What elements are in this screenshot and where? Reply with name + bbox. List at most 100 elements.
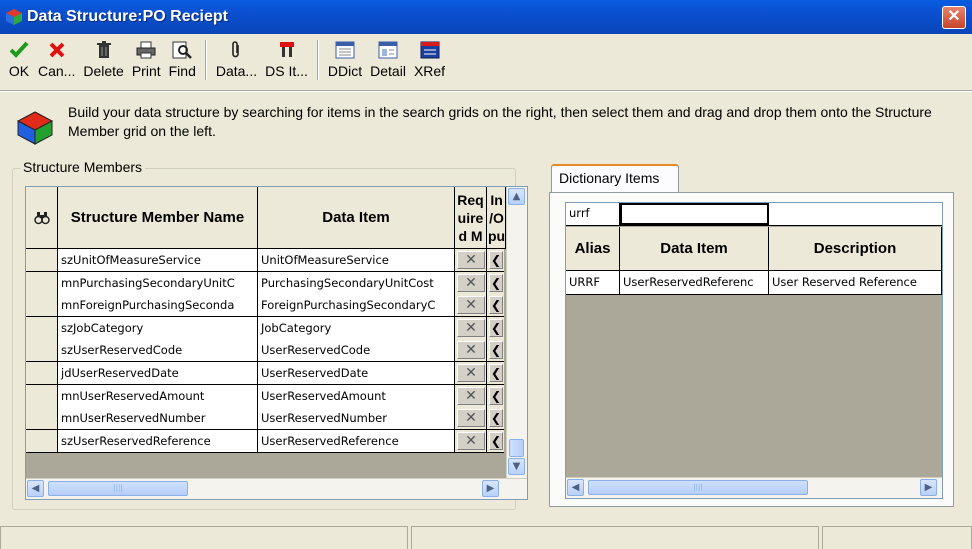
table-row[interactable]: szUserReservedReference UserReservedRefer… (26, 429, 504, 453)
member-name-cell[interactable]: mnUserReservedAmount (58, 384, 258, 408)
description-query-input[interactable] (769, 203, 942, 225)
table-row[interactable]: szUserReservedCode UserReservedCode ✕ ❮ (26, 339, 504, 363)
dict-scroll-left-button[interactable]: ◀ (567, 479, 584, 496)
data-item-cell[interactable]: UserReservedDate (258, 362, 455, 385)
required-toggle-button[interactable]: ✕ (457, 251, 485, 269)
required-toggle-button[interactable]: ✕ (457, 318, 485, 337)
close-button[interactable]: ✕ (942, 6, 966, 29)
scroll-down-button[interactable]: ▼ (508, 458, 525, 475)
required-toggle-button[interactable]: ✕ (457, 409, 485, 428)
io-toggle-button[interactable]: ❮ (489, 273, 503, 292)
alias-header[interactable]: Alias (566, 227, 620, 271)
xref-label: XRef (413, 63, 446, 79)
dict-data-item-header[interactable]: Data Item (620, 227, 769, 271)
vertical-scroll-thumb[interactable] (509, 439, 524, 457)
scroll-right-button[interactable]: ▶ (482, 480, 499, 497)
member-name-cell[interactable]: szJobCategory (58, 316, 258, 340)
member-name-cell[interactable]: szUserReservedCode (58, 339, 258, 363)
data-item-cell[interactable]: UserReservedCode (258, 339, 455, 363)
dict-scroll-right-button[interactable]: ▶ (920, 479, 937, 496)
row-selector[interactable] (26, 339, 58, 363)
member-name-cell[interactable]: szUserReservedReference (58, 429, 258, 453)
data-item-cell[interactable]: PurchasingSecondaryUnitCost (258, 271, 455, 295)
io-toggle-button[interactable]: ❮ (489, 251, 503, 269)
table-row[interactable]: szJobCategory JobCategory ✕ ❮ (26, 316, 504, 340)
dict-row-data-item[interactable]: UserReservedReferenc (620, 271, 769, 295)
toolbar: OK Can... Delete Print Find Data... DS I… (0, 36, 972, 86)
table-row[interactable]: mnUserReservedAmount UserReservedAmount ✕ ❮ (26, 384, 504, 408)
member-name-cell[interactable]: mnPurchasingSecondaryUnitC (58, 271, 258, 295)
data-item-cell[interactable]: JobCategory (258, 316, 455, 340)
dict-horizontal-scroll-thumb[interactable]: |||| (588, 480, 808, 495)
horizontal-scroll-thumb[interactable]: |||| (48, 481, 188, 496)
required-toggle-button[interactable]: ✕ (457, 386, 485, 405)
data-item-cell[interactable]: UserReservedNumber (258, 407, 455, 431)
required-cell: ✕ (455, 429, 487, 453)
dictionary-items-grid[interactable]: urrf Alias Data Item Description URRF Us… (565, 202, 943, 499)
io-toggle-button[interactable]: ❮ (489, 431, 503, 450)
dict-horizontal-scrollbar[interactable]: ◀ |||| ▶ (566, 477, 942, 498)
row-selector[interactable] (26, 249, 58, 272)
xref-button[interactable]: XRef (410, 36, 449, 82)
row-selector[interactable] (26, 294, 58, 318)
row-selector[interactable] (26, 407, 58, 431)
ok-button[interactable]: OK (4, 36, 34, 82)
io-toggle-button[interactable]: ❮ (489, 296, 503, 315)
table-row[interactable]: szUnitOfMeasureService UnitOfMeasureServi… (26, 249, 504, 272)
data-button[interactable]: Data... (212, 36, 261, 82)
table-row[interactable]: mnUserReservedNumber UserReservedNumber ✕ ❮ (26, 407, 504, 431)
member-name-cell[interactable]: mnUserReservedNumber (58, 407, 258, 431)
vertical-scrollbar[interactable]: ▲ ▼ (506, 187, 527, 478)
print-button[interactable]: Print (128, 36, 165, 82)
dict-row-alias[interactable]: URRF (566, 271, 620, 295)
member-name-cell[interactable]: mnForeignPurchasingSeconda (58, 294, 258, 318)
required-toggle-button[interactable]: ✕ (457, 431, 485, 450)
data-item-cell[interactable]: UnitOfMeasureService (258, 249, 455, 272)
io-toggle-button[interactable]: ❮ (489, 364, 503, 382)
io-toggle-button[interactable]: ❮ (489, 386, 503, 405)
table-row[interactable]: jdUserReservedDate UserReservedDate ✕ ❮ (26, 362, 504, 385)
description-header[interactable]: Description (769, 227, 942, 271)
horizontal-scrollbar[interactable]: ◀ |||| ▶ (26, 478, 527, 499)
row-selector[interactable] (26, 271, 58, 295)
required-toggle-button[interactable]: ✕ (457, 341, 485, 360)
table-row[interactable]: mnPurchasingSecondaryUnitC PurchasingSeco… (26, 271, 504, 295)
row-selector[interactable] (26, 429, 58, 453)
paperclip-icon (232, 41, 240, 58)
find-button[interactable]: Find (165, 36, 200, 82)
ddict-button[interactable]: DDict (324, 36, 366, 82)
instructions-text: Build your data structure by searching f… (68, 104, 932, 139)
row-selector[interactable] (26, 362, 58, 385)
required-toggle-button[interactable]: ✕ (457, 273, 485, 292)
table-row[interactable]: mnForeignPurchasingSeconda ForeignPurchas… (26, 294, 504, 318)
dict-row-description[interactable]: User Reserved Reference (769, 271, 942, 295)
tab-dictionary-items[interactable]: Dictionary Items (551, 164, 679, 192)
cancel-button[interactable]: Can... (34, 36, 79, 82)
io-toggle-button[interactable]: ❮ (489, 409, 503, 428)
member-name-header[interactable]: Structure Member Name (58, 187, 258, 249)
io-toggle-button[interactable]: ❮ (489, 341, 503, 360)
data-item-query-input[interactable] (620, 203, 769, 225)
data-item-header[interactable]: Data Item (258, 187, 455, 249)
alias-query-input[interactable]: urrf (566, 203, 620, 225)
member-name-cell[interactable]: szUnitOfMeasureService (58, 249, 258, 272)
detail-button[interactable]: Detail (366, 36, 410, 82)
structure-members-grid[interactable]: Structure Member Name Data Item Req uire… (25, 186, 528, 500)
delete-button[interactable]: Delete (79, 36, 127, 82)
ds-item-button[interactable]: DS It... (261, 36, 312, 82)
data-item-cell[interactable]: ForeignPurchasingSecondaryC (258, 294, 455, 318)
io-header[interactable]: In /O pu (487, 187, 506, 249)
required-toggle-button[interactable]: ✕ (457, 364, 485, 382)
required-toggle-button[interactable]: ✕ (457, 296, 485, 315)
scroll-up-button[interactable]: ▲ (508, 188, 525, 205)
required-cell: ✕ (455, 271, 487, 295)
data-item-cell[interactable]: UserReservedAmount (258, 384, 455, 408)
required-header[interactable]: Req uire d M (455, 187, 487, 249)
member-name-cell[interactable]: jdUserReservedDate (58, 362, 258, 385)
data-item-cell[interactable]: UserReservedReference (258, 429, 455, 453)
row-selector[interactable] (26, 316, 58, 340)
io-toggle-button[interactable]: ❮ (489, 318, 503, 337)
row-selector[interactable] (26, 384, 58, 408)
scroll-left-button[interactable]: ◀ (27, 480, 44, 497)
grid-find-header[interactable] (26, 187, 58, 249)
